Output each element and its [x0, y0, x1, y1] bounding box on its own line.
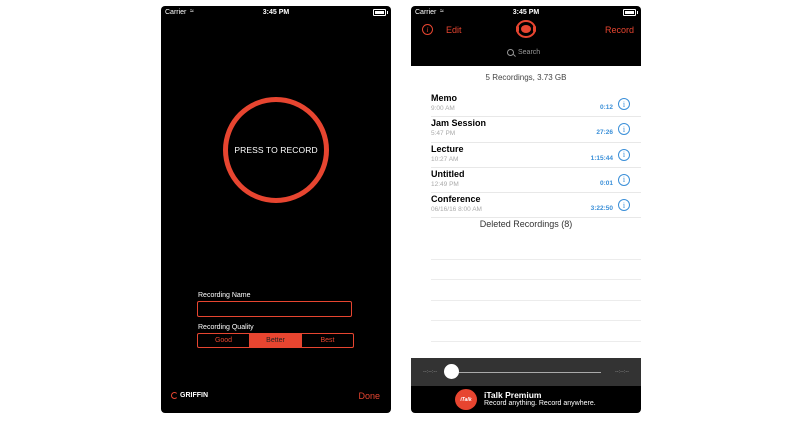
list-item[interactable]: Lecture 10:27 AM 1:15:44 i: [431, 143, 641, 168]
info-icon[interactable]: i: [618, 123, 630, 136]
list-item[interactable]: Conference 06/16/16 8:00 AM 3:22:50 i: [431, 193, 641, 219]
premium-banner[interactable]: iTalk iTalk Premium Record anything. Rec…: [411, 386, 641, 413]
remaining-time: --:--:--: [614, 369, 629, 375]
record-button-label: PRESS TO RECORD: [234, 145, 318, 155]
recording-time: 9:00 AM: [431, 105, 455, 112]
griffin-logo-icon: [171, 392, 178, 399]
italk-logo-icon: iTalk: [455, 389, 477, 410]
quality-segmented-control: Good Better Best: [197, 333, 354, 348]
quality-good[interactable]: Good: [198, 334, 250, 347]
quality-best[interactable]: Best: [302, 334, 353, 347]
recording-quality-label: Recording Quality: [198, 324, 254, 331]
empty-rows: [431, 239, 641, 363]
brand-name: GRIFFIN: [180, 392, 208, 399]
info-icon[interactable]: i: [618, 199, 630, 212]
done-button[interactable]: Done: [358, 391, 380, 401]
search-icon: [507, 49, 514, 56]
status-bar: Carrier ≈ 3:45 PM: [161, 6, 391, 20]
scrub-track[interactable]: [451, 372, 601, 373]
italk-logo-icon: [516, 20, 536, 38]
edit-button[interactable]: Edit: [446, 25, 462, 35]
battery-icon: [373, 9, 388, 16]
info-icon[interactable]: i: [618, 173, 630, 186]
quality-better[interactable]: Better: [250, 334, 302, 347]
recording-title: Memo: [431, 93, 458, 103]
status-bar: Carrier ≈ 3:45 PM: [411, 6, 641, 20]
recorder-screen: Carrier ≈ 3:45 PM PRESS TO RECORD Record…: [161, 6, 391, 413]
deleted-recordings-link[interactable]: Deleted Recordings (8): [411, 219, 641, 229]
promo-logo-text: iTalk: [460, 396, 472, 403]
recording-title: Lecture: [431, 143, 464, 154]
recording-time: 10:27 AM: [431, 155, 459, 163]
recording-title: Jam Session: [431, 118, 487, 129]
recording-title: Conference: [431, 194, 481, 205]
record-nav-button[interactable]: Record: [605, 25, 634, 35]
battery-icon: [623, 9, 638, 16]
info-icon[interactable]: i: [618, 98, 630, 110]
status-time: 3:45 PM: [512, 9, 540, 16]
recording-name-input[interactable]: [197, 301, 352, 317]
griffin-logo: GRIFFIN: [171, 392, 208, 399]
list-item[interactable]: Memo 9:00 AM 0:12 i: [431, 92, 641, 118]
search-bar[interactable]: Search: [507, 49, 540, 56]
info-icon[interactable]: i: [422, 24, 433, 35]
info-icon[interactable]: i: [618, 148, 630, 161]
recording-time: 5:47 PM: [431, 130, 456, 138]
list-item[interactable]: Jam Session 5:47 PM 27:26 i: [431, 117, 641, 143]
recording-title: Untitled: [431, 168, 465, 179]
record-button[interactable]: PRESS TO RECORD: [223, 97, 329, 203]
recordings-list: Memo 9:00 AM 0:12 i Jam Session 5:47 PM …: [431, 92, 641, 219]
promo-subtitle: Record anything. Record anywhere.: [484, 400, 596, 407]
playback-bar: --:--:-- --:--:--: [411, 358, 641, 386]
recording-duration: 3:22:50: [590, 205, 613, 213]
promo-title: iTalk Premium: [484, 390, 542, 400]
recording-duration: 27:26: [596, 129, 613, 137]
scrub-handle[interactable]: [444, 364, 459, 379]
nav-bar: Carrier ≈ 3:45 PM i Edit Record Search: [411, 6, 641, 66]
list-item[interactable]: Untitled 12:49 PM 0:01 i: [431, 168, 641, 194]
status-time: 3:45 PM: [262, 9, 290, 16]
library-screen: Carrier ≈ 3:45 PM i Edit Record Search 5…: [411, 6, 641, 413]
elapsed-time: --:--:--: [423, 369, 438, 375]
recording-duration: 0:01: [599, 179, 613, 187]
recording-time: 12:49 PM: [431, 180, 459, 188]
search-placeholder: Search: [518, 49, 541, 56]
recording-name-label: Recording Name: [198, 292, 251, 299]
recording-time: 06/16/16 8:00 AM: [431, 206, 482, 214]
recording-duration: 1:15:44: [590, 154, 613, 162]
recordings-summary: 5 Recordings, 3.73 GB: [485, 73, 567, 82]
recording-duration: 0:12: [599, 104, 613, 111]
